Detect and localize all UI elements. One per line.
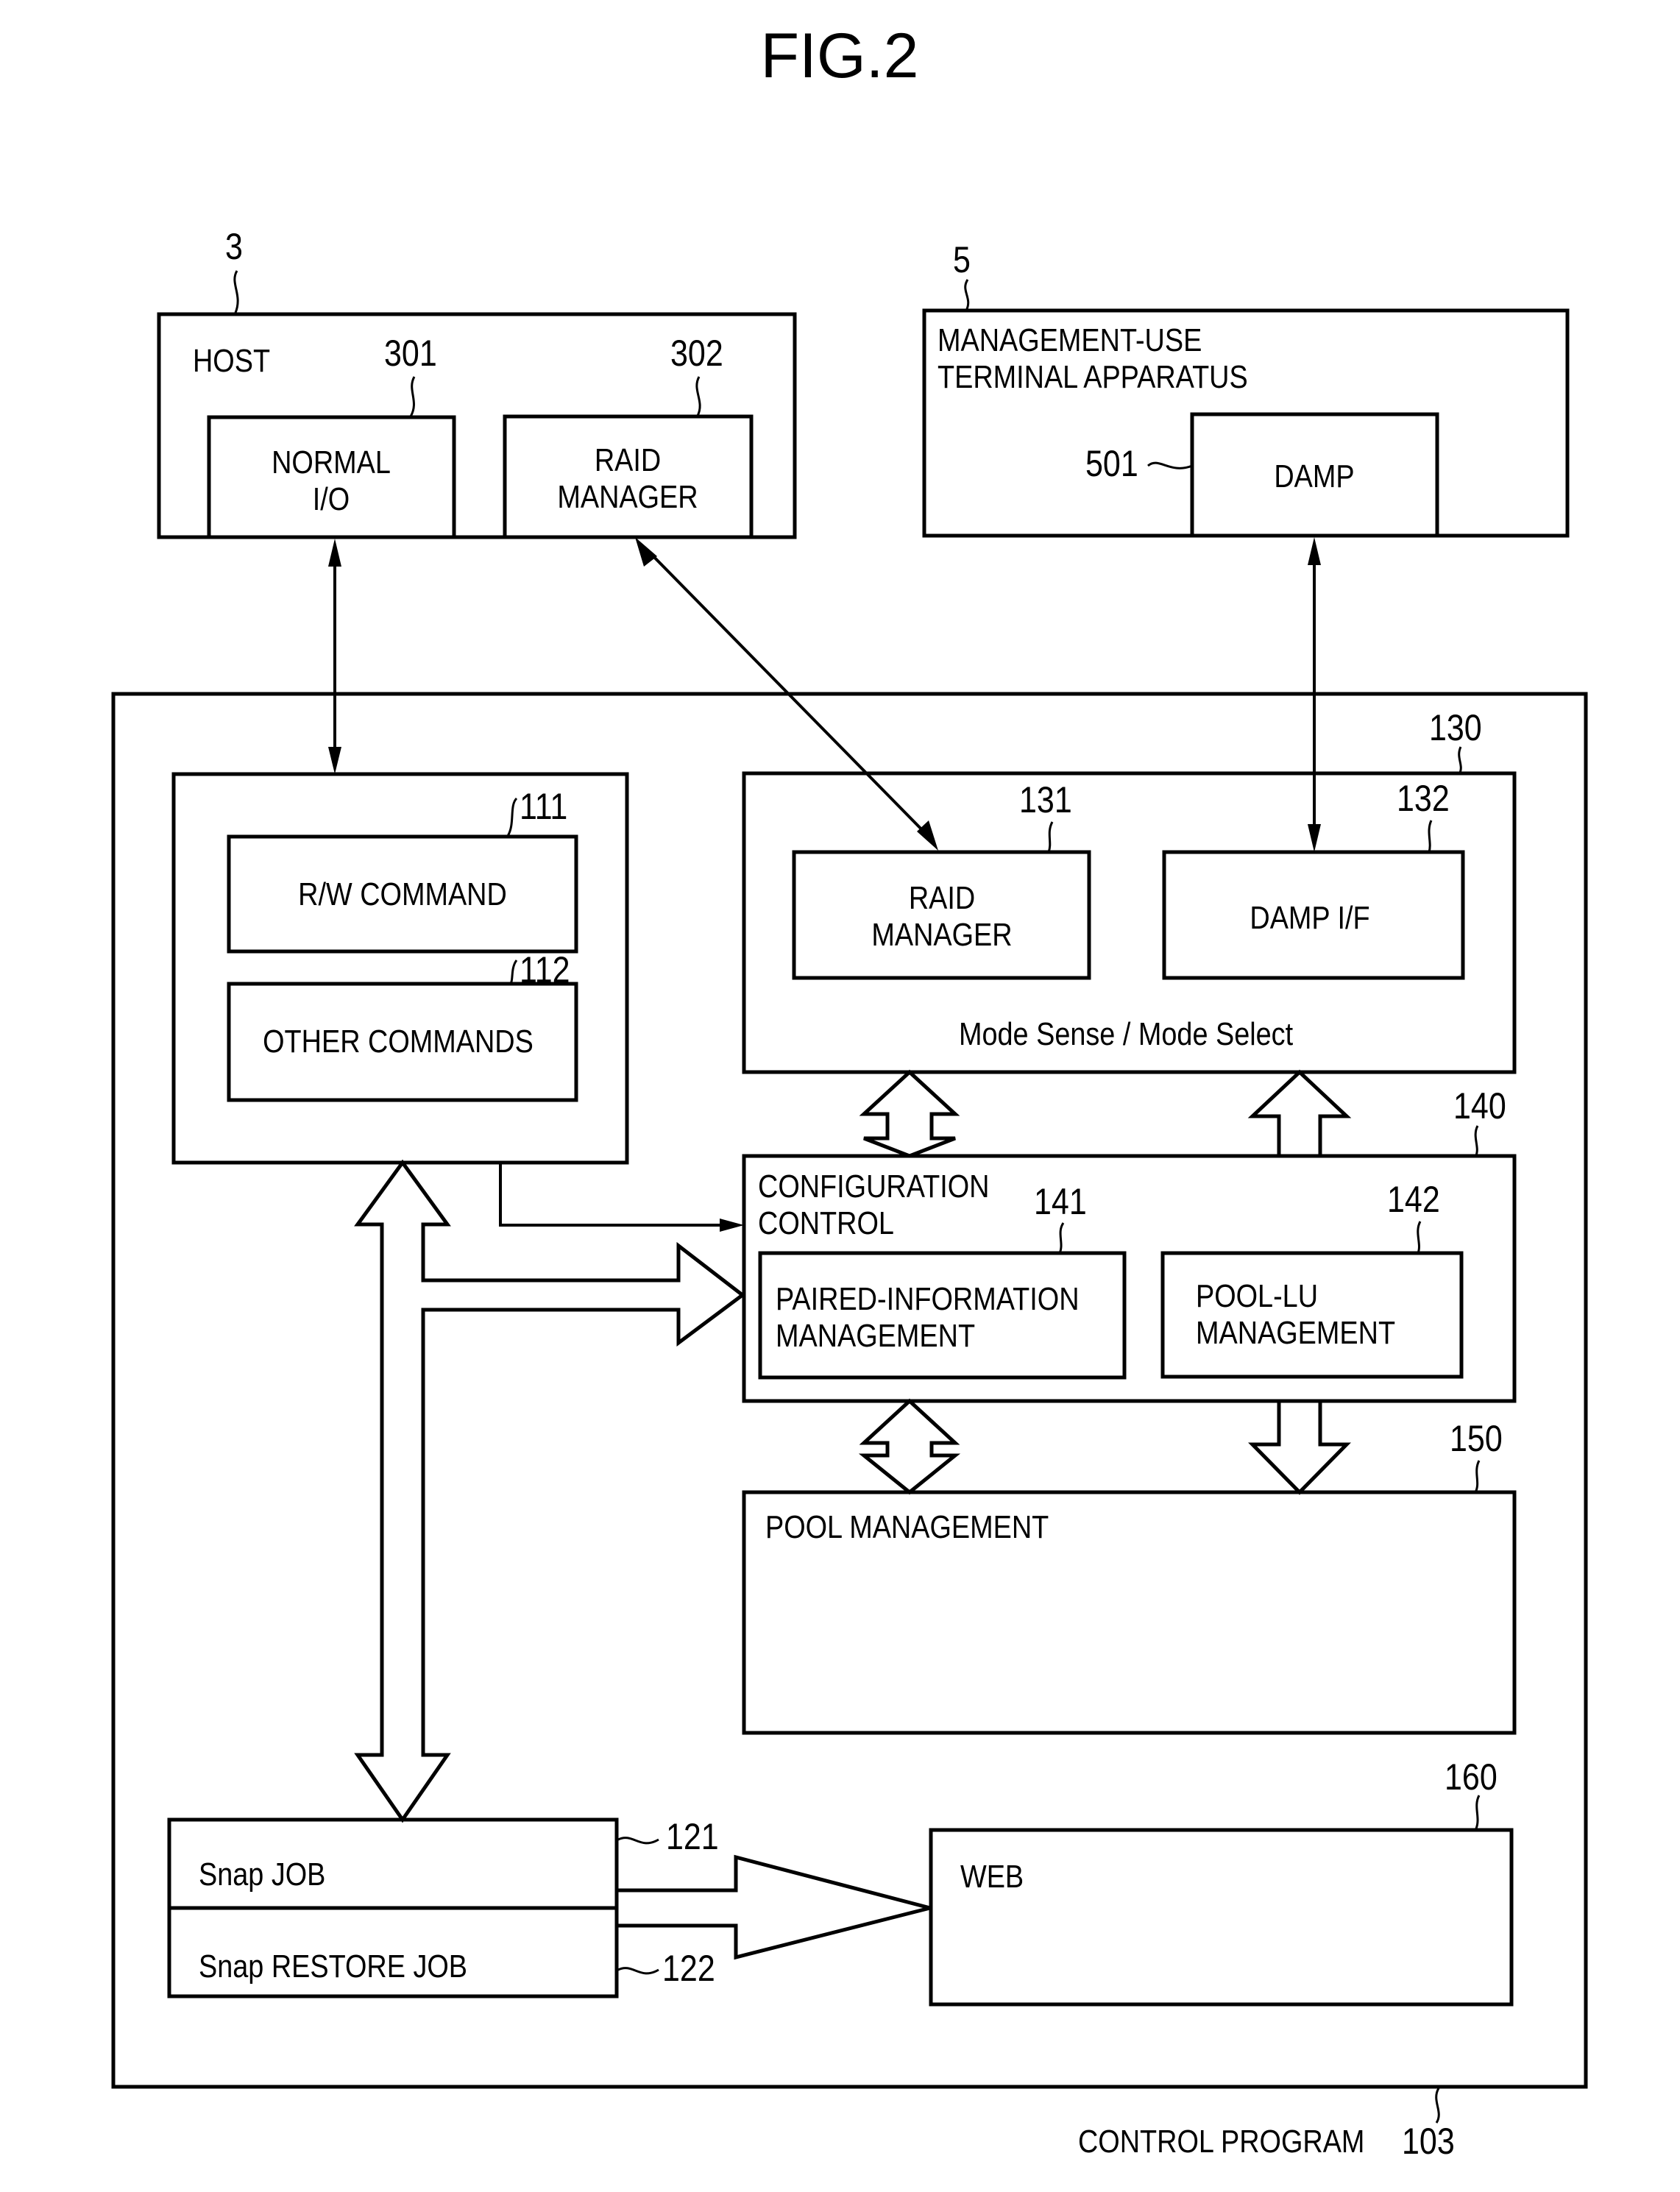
leader-line <box>409 376 416 417</box>
leader-line <box>617 1837 659 1845</box>
arrowhead-up <box>328 539 341 567</box>
normal-io-line2: I/O <box>313 480 350 517</box>
ref-label-terminal: 5 <box>953 239 971 280</box>
pool-lu-line2: MANAGEMENT <box>1196 1314 1395 1350</box>
pool-lu-line1: POOL-LU <box>1196 1277 1318 1313</box>
hollow-double-arrow-130-140 <box>859 1069 960 1158</box>
ref-label-pool-lu: 142 <box>1387 1179 1440 1220</box>
damp-label: DAMP <box>1274 458 1354 494</box>
normal-io-line1: NORMAL <box>272 444 391 480</box>
leader-line <box>233 270 239 313</box>
fig2-diagram: FIG.2 3 HOST 301 NORMAL I/O 302 RAID MAN… <box>111 21 1588 2162</box>
damp-if-label: DAMP I/F <box>1250 899 1369 935</box>
leader-line <box>1474 1125 1479 1157</box>
terminal-line2: TERMINAL APPARATUS <box>938 358 1248 394</box>
rw-command-label: R/W COMMAND <box>298 876 507 912</box>
leader-line <box>1047 821 1054 853</box>
hollow-double-arrow-140-150 <box>858 1398 961 1495</box>
host-block: 3 HOST 301 NORMAL I/O 302 RAID MANAGER <box>157 226 797 539</box>
command-to-config-connector <box>499 1163 744 1232</box>
leader-line <box>617 1967 659 1975</box>
leader-line <box>1474 1460 1481 1493</box>
mode-sense-caption: Mode Sense / Mode Select <box>959 1015 1294 1051</box>
arrowhead <box>1308 537 1321 565</box>
web-label: WEB <box>960 1858 1024 1894</box>
terminal-line1: MANAGEMENT-USE <box>938 322 1202 358</box>
ref-label-damp-if: 132 <box>1397 778 1450 819</box>
leader-line <box>1458 746 1462 775</box>
web-box <box>929 1828 1514 2007</box>
leader-line <box>507 960 518 985</box>
ref-label-interface-block: 130 <box>1429 707 1482 748</box>
arrowhead <box>720 1219 744 1232</box>
hollow-down-arrow-140-150 <box>1248 1399 1351 1495</box>
leader-line <box>1417 1221 1422 1254</box>
leader-line <box>1475 1795 1481 1829</box>
configuration-control-line2: CONTROL <box>758 1205 894 1241</box>
configuration-control-line1: CONFIGURATION <box>758 1168 989 1204</box>
ref-label-normal-io: 301 <box>384 333 437 374</box>
host-raid-manager-line1: RAID <box>595 441 661 478</box>
ref-label-rw-command: 111 <box>520 786 567 827</box>
hollow-bus-arrow <box>354 1159 746 1823</box>
arrowhead-down <box>328 747 341 774</box>
pool-management-block: 150 POOL MANAGEMENT <box>742 1418 1517 1735</box>
ref-label-raid-manager: 131 <box>1019 779 1072 820</box>
leader-line <box>1147 461 1193 469</box>
hollow-right-arrow-snap-web <box>614 1854 931 1960</box>
host-label: HOST <box>193 342 270 378</box>
ref-label-raid-manager-host: 302 <box>670 333 723 374</box>
ref-label-pool-management: 150 <box>1450 1418 1503 1459</box>
ref-label-host: 3 <box>225 226 243 267</box>
pool-management-label: POOL MANAGEMENT <box>765 1508 1049 1544</box>
other-commands-label: OTHER COMMANDS <box>263 1023 534 1059</box>
ref-label-damp: 501 <box>1085 443 1138 484</box>
ref-label-control-program: 103 <box>1402 2121 1455 2162</box>
ref-label-snap-job: 121 <box>666 1816 719 1857</box>
leader-line <box>1435 2088 1440 2124</box>
arrowhead <box>1308 824 1321 852</box>
raid-manager-line2: MANAGER <box>871 916 1012 952</box>
leader-line <box>695 376 701 416</box>
terminal-block: 5 MANAGEMENT-USE TERMINAL APPARATUS 501 … <box>922 239 1570 538</box>
arrowhead <box>917 820 938 851</box>
ref-label-snap-restore-job: 122 <box>662 1948 715 1989</box>
interface-block: 130 131 RAID MANAGER 132 DAMP I/F Mode S… <box>742 707 1517 1074</box>
command-block: 111 R/W COMMAND 112 OTHER COMMANDS <box>171 772 629 1165</box>
host-raid-manager-line2: MANAGER <box>557 478 698 514</box>
web-block: 160 WEB <box>929 1756 1514 2007</box>
paired-info-line2: MANAGEMENT <box>776 1317 975 1353</box>
leader-line <box>506 797 518 837</box>
leader-line <box>1058 1222 1065 1254</box>
control-program-label: CONTROL PROGRAM <box>1078 2123 1364 2159</box>
leader-line <box>964 279 970 311</box>
arrowhead <box>635 537 657 567</box>
snap-restore-job-label: Snap RESTORE JOB <box>199 1948 467 1984</box>
ref-label-configuration-control: 140 <box>1453 1085 1506 1127</box>
hollow-up-arrow-140-130 <box>1247 1069 1352 1158</box>
snap-job-label: Snap JOB <box>199 1856 325 1892</box>
ref-label-paired-info: 141 <box>1034 1181 1087 1222</box>
paired-info-line1: PAIRED-INFORMATION <box>776 1280 1080 1316</box>
configuration-control-block: 140 CONFIGURATION CONTROL 141 PAIRED-INF… <box>742 1085 1517 1403</box>
raid-manager-line1: RAID <box>909 879 975 915</box>
normal-io-connector <box>328 539 341 774</box>
figure-title: FIG.2 <box>760 21 918 91</box>
ref-label-web: 160 <box>1445 1756 1498 1798</box>
leader-line <box>1428 820 1433 853</box>
